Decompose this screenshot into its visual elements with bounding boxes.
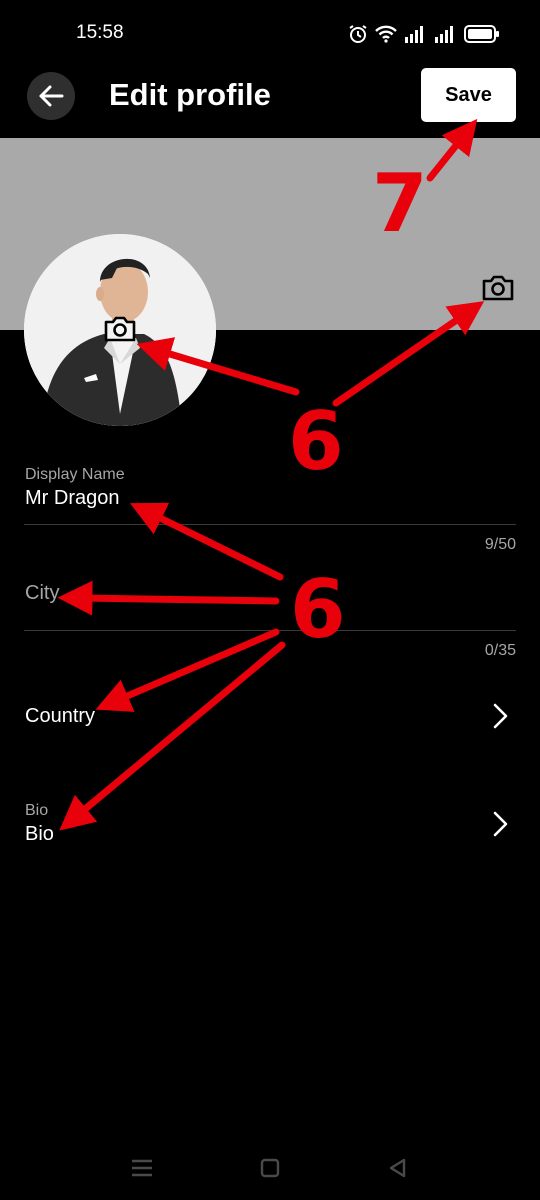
- display-name-label: Display Name: [25, 466, 125, 483]
- signal-icon: [405, 26, 423, 43]
- camera-icon[interactable]: [480, 272, 516, 304]
- divider: [24, 524, 516, 525]
- bio-value: Bio: [25, 823, 54, 845]
- battery-icon: [464, 25, 499, 43]
- status-icons: [348, 22, 500, 46]
- annotation-step-6: 6: [290, 563, 346, 656]
- menu-icon[interactable]: [128, 1156, 156, 1180]
- display-name-input[interactable]: Mr Dragon: [25, 487, 119, 510]
- city-input[interactable]: City: [25, 582, 59, 605]
- bio-row[interactable]: [0, 796, 540, 856]
- save-button[interactable]: Save: [421, 68, 516, 122]
- alarm-icon: [349, 25, 367, 43]
- chevron-right-icon[interactable]: [490, 810, 510, 838]
- divider: [24, 630, 516, 631]
- chevron-right-icon[interactable]: [490, 702, 510, 730]
- bio-label: Bio: [25, 802, 49, 819]
- wifi-icon: [375, 25, 397, 43]
- status-bar: 15:58: [0, 0, 540, 68]
- back-icon[interactable]: [384, 1156, 412, 1180]
- back-arrow-icon: [39, 85, 64, 107]
- back-button[interactable]: [27, 72, 75, 120]
- country-label: Country: [25, 705, 96, 727]
- annotation-step-6: 6: [288, 395, 344, 488]
- camera-icon[interactable]: [102, 313, 138, 345]
- page-title: Edit profile: [109, 77, 271, 112]
- city-counter: 0/35: [484, 642, 516, 659]
- annotation-step-7: 7: [372, 157, 428, 250]
- status-time: 15:58: [76, 22, 124, 43]
- header: Edit profile Save: [0, 68, 540, 138]
- display-name-counter: 9/50: [484, 536, 516, 553]
- home-icon[interactable]: [256, 1156, 284, 1180]
- navigation-bar: [0, 1140, 540, 1200]
- signal-icon: [435, 26, 453, 43]
